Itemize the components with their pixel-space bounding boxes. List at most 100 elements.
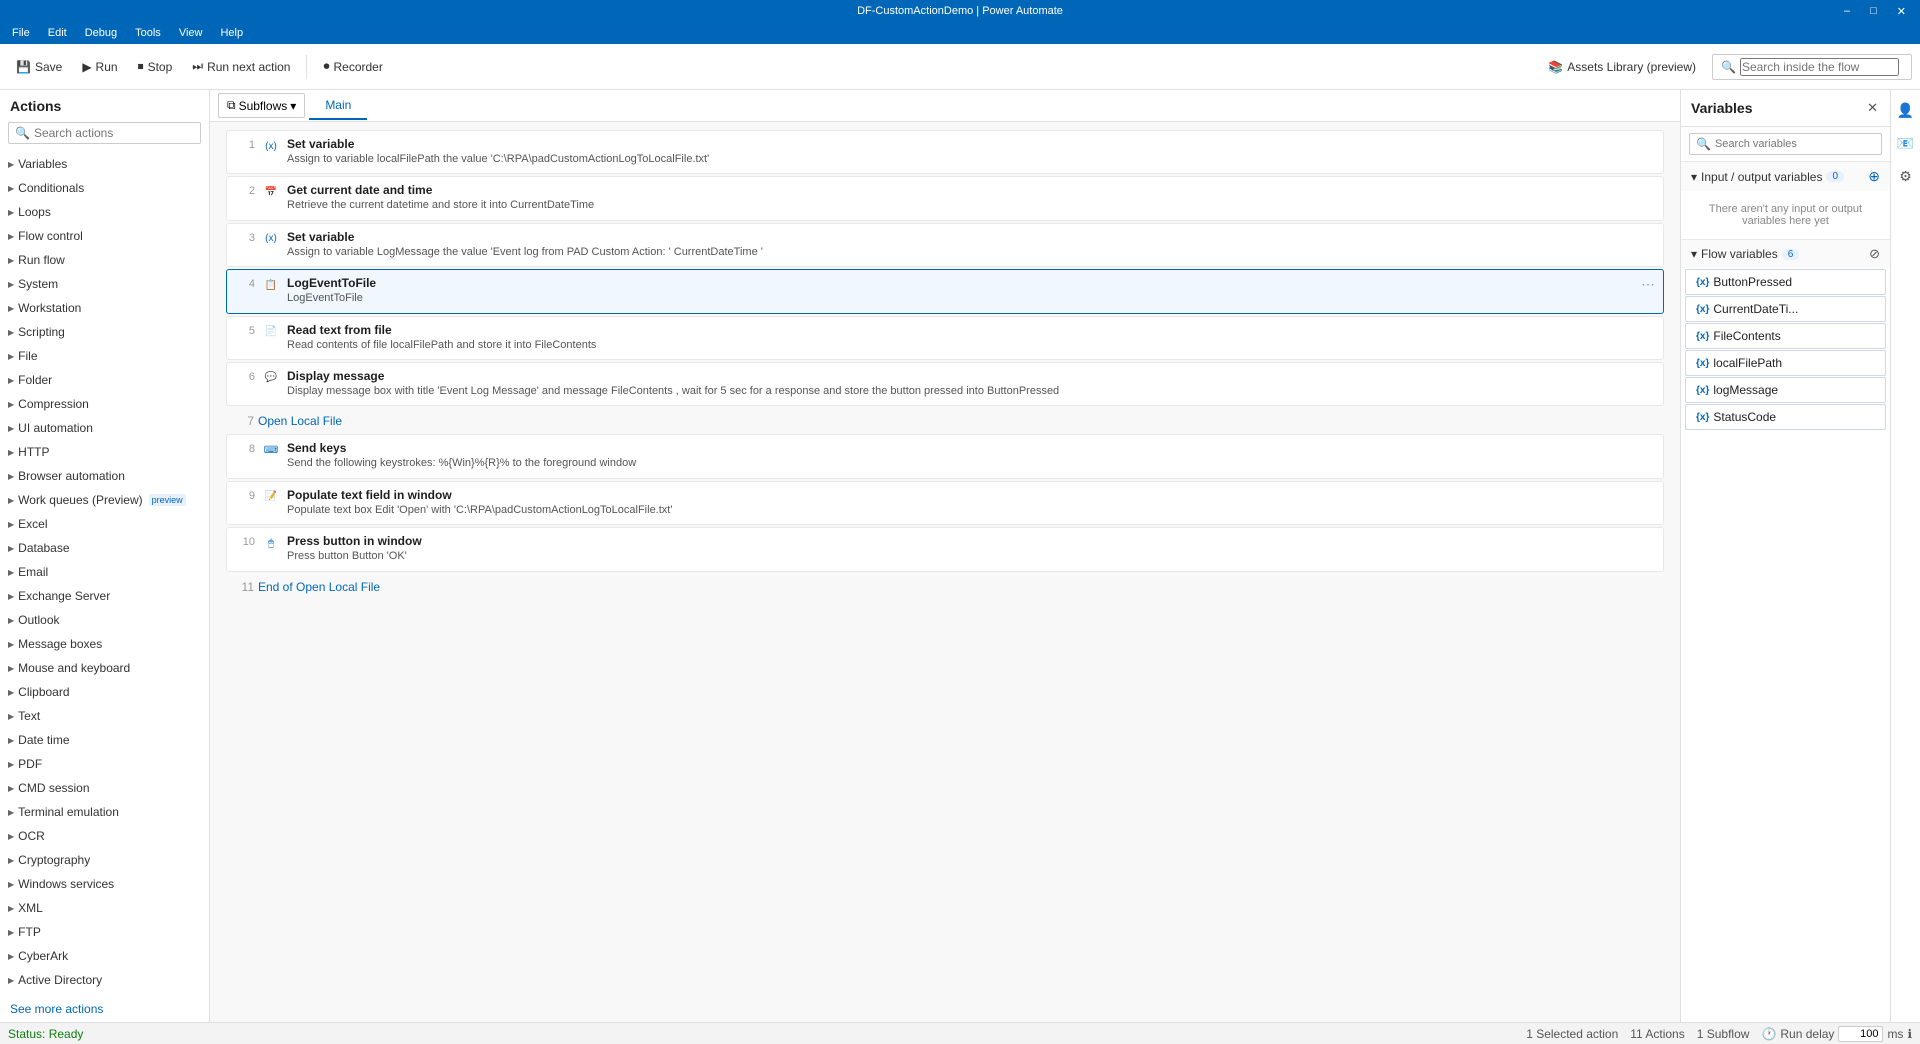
action-group-cryptography[interactable]: ▶Cryptography: [0, 848, 209, 872]
tab-main[interactable]: Main: [309, 92, 367, 120]
action-group-outlook[interactable]: ▶Outlook: [0, 608, 209, 632]
see-more-actions[interactable]: See more actions: [0, 996, 209, 1022]
action-group-http[interactable]: ▶HTTP: [0, 440, 209, 464]
step-number: 8: [235, 441, 255, 455]
flow-variables-section-header[interactable]: ▾ Flow variables 6 ⊘: [1681, 240, 1890, 268]
step-content: Send keys Send the following keystrokes:…: [287, 441, 1655, 471]
delay-value-input[interactable]: [1838, 1026, 1883, 1042]
action-group-work-queues-(preview)[interactable]: ▶Work queues (Preview)preview: [0, 488, 209, 512]
action-group-terminal-emulation[interactable]: ▶Terminal emulation: [0, 800, 209, 824]
action-group-ftp[interactable]: ▶FTP: [0, 920, 209, 944]
action-group-cmd-session[interactable]: ▶CMD session: [0, 776, 209, 800]
step-number: 4: [235, 276, 255, 290]
action-group-message-boxes[interactable]: ▶Message boxes: [0, 632, 209, 656]
flow-step-2[interactable]: 2 📅 Get current date and time Retrieve t…: [226, 176, 1664, 220]
group-label: Outlook: [18, 613, 59, 627]
action-group-email[interactable]: ▶Email: [0, 560, 209, 584]
action-group-mouse-and-keyboard[interactable]: ▶Mouse and keyboard: [0, 656, 209, 680]
action-group-xml[interactable]: ▶XML: [0, 896, 209, 920]
variable-name: FileContents: [1713, 329, 1780, 343]
next-action-button[interactable]: ⏭ Run next action: [184, 55, 298, 78]
action-group-system[interactable]: ▶System: [0, 272, 209, 296]
action-group-browser-automation[interactable]: ▶Browser automation: [0, 464, 209, 488]
menu-edit[interactable]: Edit: [40, 25, 75, 41]
step-description: LogEventToFile: [287, 291, 1655, 306]
flow-search-input[interactable]: [1740, 58, 1899, 76]
step-more-options[interactable]: ⋯: [1641, 276, 1655, 293]
action-group-flow-control[interactable]: ▶Flow control: [0, 224, 209, 248]
close-button[interactable]: ✕: [1891, 5, 1912, 18]
maximize-button[interactable]: □: [1864, 5, 1883, 17]
menu-view[interactable]: View: [171, 25, 211, 41]
flow-step-6[interactable]: 6 💬 Display message Display message box …: [226, 362, 1664, 406]
input-output-section-header[interactable]: ▾ Input / output variables 0 ⊕: [1681, 162, 1890, 191]
action-group-date-time[interactable]: ▶Date time: [0, 728, 209, 752]
input-output-empty: There aren't any input or output variabl…: [1681, 191, 1890, 239]
action-group-scripting[interactable]: ▶Scripting: [0, 320, 209, 344]
run-button[interactable]: ▶ Run: [74, 56, 125, 78]
action-group-clipboard[interactable]: ▶Clipboard: [0, 680, 209, 704]
main-layout: Actions 🔍 ▶Variables▶Conditionals▶Loops▶…: [0, 90, 1920, 1022]
filter-icon[interactable]: ⊘: [1869, 246, 1880, 262]
flow-variable-item[interactable]: {x}StatusCode: [1685, 404, 1886, 430]
assets-library-button[interactable]: 📚 Assets Library (preview): [1540, 56, 1704, 78]
flow-search[interactable]: 🔍: [1712, 54, 1912, 80]
search-icon: 🔍: [15, 126, 30, 140]
menu-help[interactable]: Help: [212, 25, 251, 41]
action-group-text[interactable]: ▶Text: [0, 704, 209, 728]
action-group-database[interactable]: ▶Database: [0, 536, 209, 560]
flow-step-5[interactable]: 5 📄 Read text from file Read contents of…: [226, 316, 1664, 360]
menu-debug[interactable]: Debug: [77, 25, 125, 41]
action-group-loops[interactable]: ▶Loops: [0, 200, 209, 224]
flow-variable-item[interactable]: {x}ButtonPressed: [1685, 269, 1886, 295]
menu-file[interactable]: File: [4, 25, 38, 41]
stop-button[interactable]: ⏹ Stop: [130, 55, 181, 78]
action-group-ui-automation[interactable]: ▶UI automation: [0, 416, 209, 440]
action-group-active-directory[interactable]: ▶Active Directory: [0, 968, 209, 992]
variables-search-container[interactable]: 🔍: [1689, 133, 1882, 155]
step-description: Retrieve the current datetime and store …: [287, 198, 1655, 213]
flow-step-8[interactable]: 8 ⌨ Send keys Send the following keystro…: [226, 434, 1664, 478]
action-group-compression[interactable]: ▶Compression: [0, 392, 209, 416]
flow-step-1[interactable]: 1 (x) Set variable Assign to variable lo…: [226, 130, 1664, 174]
group-label: Excel: [18, 517, 47, 531]
side-icon-1[interactable]: 👤: [1893, 98, 1918, 123]
flow-step-4[interactable]: 4 📋 LogEventToFile LogEventToFile ⋯: [226, 269, 1664, 313]
flow-variable-item[interactable]: {x}logMessage: [1685, 377, 1886, 403]
flow-variable-item[interactable]: {x}FileContents: [1685, 323, 1886, 349]
recorder-button[interactable]: ⏺ Recorder: [315, 55, 390, 78]
side-icon-2[interactable]: 📧: [1893, 131, 1918, 156]
step-type-icon: (x): [263, 138, 279, 154]
subflows-button[interactable]: ⧉ Subflows ▾: [218, 93, 305, 118]
action-group-file[interactable]: ▶File: [0, 344, 209, 368]
action-group-pdf[interactable]: ▶PDF: [0, 752, 209, 776]
add-variable-icon[interactable]: ⊕: [1868, 168, 1880, 185]
action-group-workstation[interactable]: ▶Workstation: [0, 296, 209, 320]
action-group-folder[interactable]: ▶Folder: [0, 368, 209, 392]
side-icon-3[interactable]: ⚙: [1895, 164, 1916, 189]
step-content: Read text from file Read contents of fil…: [287, 323, 1655, 353]
flow-variable-item[interactable]: {x}localFilePath: [1685, 350, 1886, 376]
action-group-exchange-server[interactable]: ▶Exchange Server: [0, 584, 209, 608]
flow-variable-item[interactable]: {x}CurrentDateTi...: [1685, 296, 1886, 322]
action-group-variables[interactable]: ▶Variables: [0, 152, 209, 176]
delay-info-icon[interactable]: ℹ: [1907, 1027, 1912, 1041]
minimize-button[interactable]: –: [1838, 5, 1856, 17]
action-group-ocr[interactable]: ▶OCR: [0, 824, 209, 848]
action-group-excel[interactable]: ▶Excel: [0, 512, 209, 536]
variables-search-input[interactable]: [1715, 138, 1875, 150]
save-button[interactable]: 💾 Save: [8, 56, 70, 78]
action-group-cyberark[interactable]: ▶CyberArk: [0, 944, 209, 968]
action-group-conditionals[interactable]: ▶Conditionals: [0, 176, 209, 200]
flow-step-9[interactable]: 9 📝 Populate text field in window Popula…: [226, 481, 1664, 525]
close-variables-button[interactable]: ✕: [1865, 98, 1880, 118]
flow-step-10[interactable]: 10 🖱 Press button in window Press button…: [226, 527, 1664, 571]
chevron-right-icon: ▶: [8, 880, 14, 889]
step-content: LogEventToFile LogEventToFile: [287, 276, 1655, 306]
flow-step-3[interactable]: 3 (x) Set variable Assign to variable Lo…: [226, 223, 1664, 267]
action-group-run-flow[interactable]: ▶Run flow: [0, 248, 209, 272]
actions-search-container[interactable]: 🔍: [8, 122, 201, 144]
actions-search-input[interactable]: [34, 126, 194, 140]
action-group-windows-services[interactable]: ▶Windows services: [0, 872, 209, 896]
menu-tools[interactable]: Tools: [127, 25, 169, 41]
